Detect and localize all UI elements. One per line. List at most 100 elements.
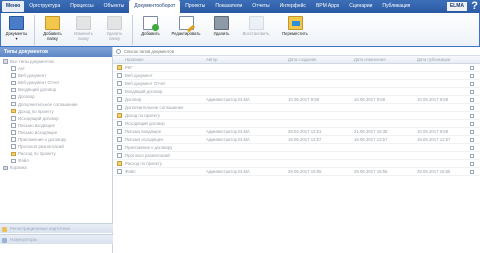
column-header-name[interactable]: Название (125, 57, 206, 62)
main-menu-button[interactable]: Меню (2, 1, 25, 12)
tab-5[interactable]: Показатели (210, 0, 247, 13)
ribbon-button-8[interactable]: Переместить (275, 13, 315, 46)
table-row[interactable]: Письмо входящее Администратор ELMA 28.04.2… (113, 128, 480, 136)
tab-9[interactable]: Сценарии (344, 0, 377, 13)
row-check-cell (467, 65, 477, 70)
registration-cards-section[interactable]: Регистрационные картотеки (0, 223, 113, 233)
ribbon-button-1[interactable]: Добавить папку (37, 13, 68, 46)
row-checkbox[interactable] (470, 97, 474, 102)
document-types-list: Название Автор Дата создания Дата измене… (113, 47, 480, 253)
ribbon-button-3[interactable]: Удалить папку (99, 13, 130, 46)
table-row[interactable]: Веб-документ Отчет (113, 80, 480, 88)
table-row[interactable]: Расход по проекту (113, 160, 480, 168)
tab-2[interactable]: Объекты (99, 0, 130, 13)
search-icon (116, 48, 121, 54)
table-row[interactable]: Протокол разногласий (113, 152, 480, 160)
ribbon-label-line: Восстановить (242, 31, 270, 36)
tree-item[interactable]: Исходящий договор (0, 115, 112, 122)
tab-7[interactable]: Интерфейс (275, 0, 311, 13)
table-row[interactable]: Доход по проекту (113, 112, 480, 120)
row-checkbox[interactable] (470, 145, 474, 150)
cell-created: 19.05.2017 12:57 (288, 137, 322, 142)
row-check-cell (467, 113, 477, 118)
cell-name: Письмо входящее (125, 129, 162, 134)
tree-item[interactable]: Входящий договор (0, 86, 112, 93)
cell-created: 28.04.2017 12:51 (288, 129, 322, 134)
tab-10[interactable]: Публикация (377, 0, 415, 13)
tree-item[interactable]: Доход по проекту (0, 108, 112, 115)
ribbon-button-4[interactable]: Добавить (135, 13, 166, 46)
tree-item[interactable]: Письмо входящее (0, 122, 112, 129)
tree-item[interactable]: Корзина (0, 164, 112, 171)
document-icon (11, 94, 16, 100)
tree-item[interactable]: Файл (0, 157, 112, 164)
tree-item[interactable]: Веб-документ (0, 72, 112, 79)
tab-0[interactable]: Оргструктура (24, 0, 65, 13)
ribbon-toolbar: Документы ▾ Добавить папку Изменить папку Удал… (0, 13, 480, 47)
row-checkbox[interactable] (470, 73, 474, 78)
ribbon-button-2[interactable]: Изменить папку (68, 13, 99, 46)
search-input[interactable] (124, 48, 244, 54)
table-row[interactable]: Исходящий договор (113, 120, 480, 128)
tab-8[interactable]: BPM Apps (311, 0, 344, 13)
ribbon-button-6[interactable]: Удалить (206, 13, 237, 46)
tree-item[interactable]: Акт (0, 65, 112, 72)
cell-author: Администратор ELMA (206, 97, 250, 102)
cell-name: Файл (125, 169, 136, 174)
tab-6[interactable]: Отчеты (247, 0, 274, 13)
folder-icon (116, 65, 122, 70)
ribbon-label-sub: папку (47, 35, 58, 41)
table-row[interactable]: Веб-документ (113, 72, 480, 80)
tree-item[interactable]: Договор (0, 93, 112, 100)
table-row[interactable]: Дополнительное соглашение (113, 104, 480, 112)
row-checkbox[interactable] (470, 129, 474, 134)
table-row[interactable]: Письмо исходящее Администратор ELMA 19.05.… (113, 136, 480, 144)
tree-item[interactable]: Письмо исходящее (0, 129, 112, 136)
tree-item[interactable]: Дополнительное соглашение (0, 101, 112, 108)
table-row[interactable]: Приложение к договору (113, 144, 480, 152)
numerators-label: Номераторы (10, 237, 38, 242)
tab-1[interactable]: Процессы (65, 0, 98, 13)
tree-item[interactable]: Расход по проекту (0, 150, 112, 157)
row-checkbox[interactable] (470, 65, 474, 70)
tree-item[interactable]: Все типы документов (0, 58, 112, 65)
row-checkbox[interactable] (470, 153, 474, 158)
row-checkbox[interactable] (470, 81, 474, 86)
row-checkbox[interactable] (470, 137, 474, 142)
row-checkbox[interactable] (470, 105, 474, 110)
row-checkbox[interactable] (470, 113, 474, 118)
tree-item[interactable]: Веб-документ Отчет (0, 79, 112, 86)
ribbon-button-label: Документы ▾ (6, 31, 28, 41)
row-checkbox[interactable] (470, 121, 474, 126)
ribbon-separator (34, 15, 35, 45)
cell-author: Администратор ELMA (206, 137, 250, 142)
ribbon-button-7[interactable]: Восстановить (237, 13, 275, 46)
ribbon-button-0[interactable]: Документы ▾ (1, 13, 32, 46)
cell-changed: 10.05.2017 9:58 (354, 97, 386, 102)
column-header-changed[interactable]: Дата изменения (354, 57, 417, 62)
help-icon[interactable]: ? (471, 0, 478, 13)
tree-item[interactable]: Приложение к договору (0, 136, 112, 143)
numerators-section[interactable]: Номераторы (0, 234, 113, 244)
table-row[interactable]: Договор Администратор ELMA 10.05.2017 9:58… (113, 96, 480, 104)
column-header-published[interactable]: Дата публикации (417, 57, 467, 62)
row-checkbox[interactable] (470, 89, 474, 94)
row-check-cell (467, 137, 477, 142)
column-header-author[interactable]: Автор (206, 57, 288, 62)
tree-item-label: Письмо исходящее (18, 129, 58, 135)
table-row[interactable]: Входящий договор (113, 88, 480, 96)
grid-header: Название Автор Дата создания Дата измене… (113, 56, 480, 64)
row-checkbox[interactable] (470, 161, 474, 166)
document-icon (116, 105, 122, 110)
row-checkbox[interactable] (470, 169, 474, 174)
table-row[interactable]: Файл Администратор ELMA 29.05.2017 15:55 29… (113, 168, 480, 176)
tab-3[interactable]: Документооборот (129, 0, 181, 13)
tree-item-label: Письмо входящее (18, 122, 55, 128)
column-header-created[interactable]: Дата создания (288, 57, 354, 62)
row-icon-cell (113, 129, 125, 134)
ribbon-label-sub: папку (78, 35, 89, 41)
table-row[interactable]: РКГ (113, 64, 480, 72)
tab-4[interactable]: Проекты (180, 0, 210, 13)
tree-item[interactable]: Протокол разногласий (0, 143, 112, 150)
ribbon-button-5[interactable]: Редактировать (166, 13, 206, 46)
